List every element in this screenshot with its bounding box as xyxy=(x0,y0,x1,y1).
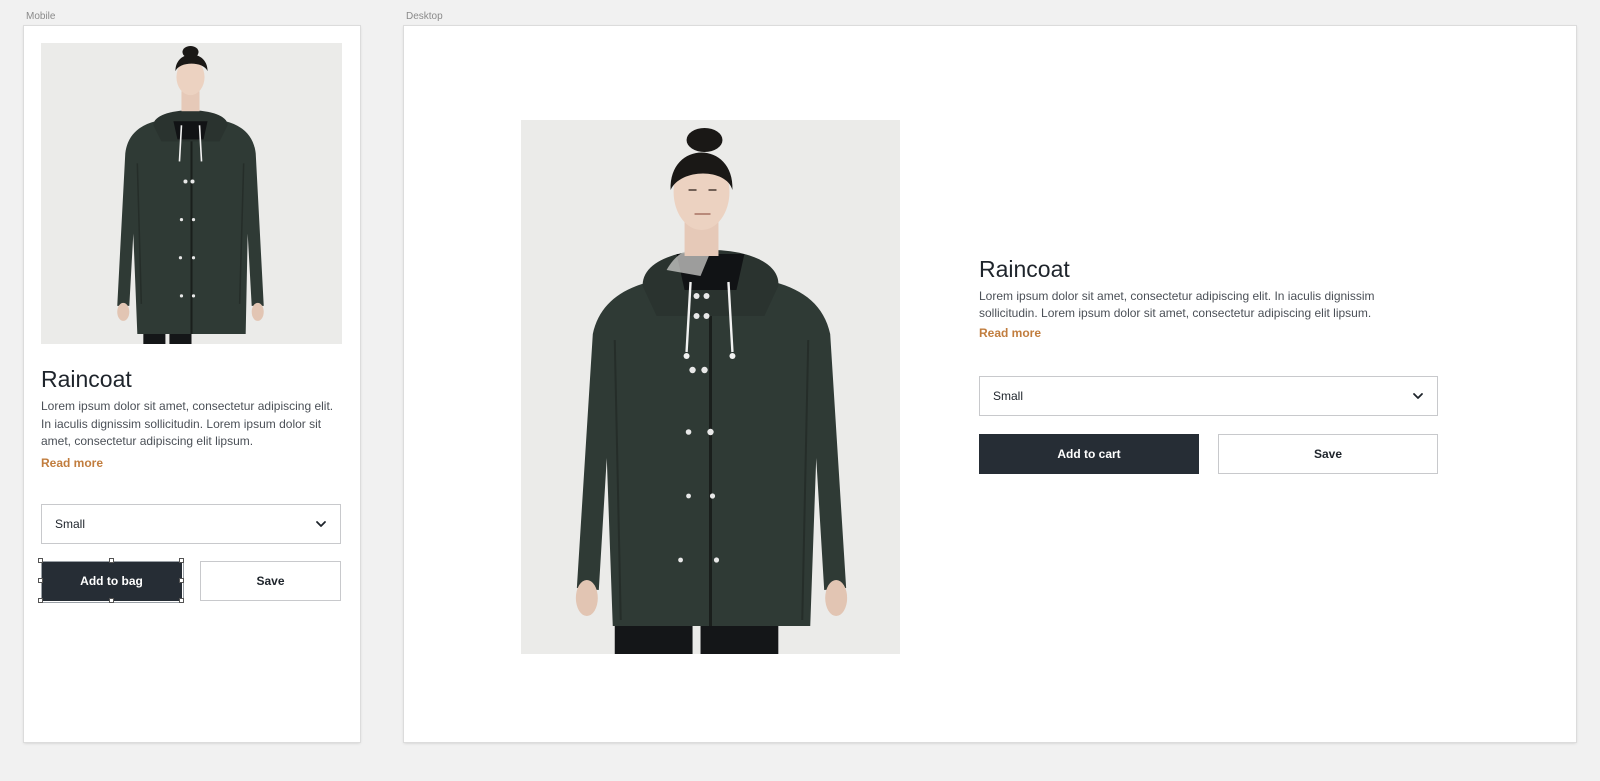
resize-handle-top-left[interactable] xyxy=(38,558,43,563)
design-canvas: Mobile Raincoat Lorem ipsum dolor sit am… xyxy=(0,0,1600,781)
product-image xyxy=(521,120,900,654)
save-label: Save xyxy=(256,574,285,588)
desktop-frame: Raincoat Lorem ipsum dolor sit amet, con… xyxy=(404,26,1576,742)
size-select[interactable]: Small xyxy=(41,504,341,544)
resize-handle-bottom[interactable] xyxy=(109,598,114,603)
product-description-line-2: sollicitudin. Lorem ipsum dolor sit amet… xyxy=(979,306,1372,320)
product-description: Lorem ipsum dolor sit amet, consectetur … xyxy=(41,399,334,448)
add-to-bag-label: Add to bag xyxy=(80,574,143,588)
size-select[interactable]: Small xyxy=(979,376,1438,416)
read-more-link[interactable]: Read more xyxy=(979,326,1041,340)
raincoat-photo-icon xyxy=(41,43,342,344)
size-select-value: Small xyxy=(993,389,1024,403)
resize-handle-bottom-right[interactable] xyxy=(179,598,184,603)
resize-handle-top[interactable] xyxy=(109,558,114,563)
add-to-cart-label: Add to cart xyxy=(1057,447,1121,461)
resize-handle-bottom-left[interactable] xyxy=(38,598,43,603)
save-button[interactable]: Save xyxy=(200,561,341,601)
add-to-cart-button[interactable]: Add to cart xyxy=(979,434,1199,474)
size-select-value: Small xyxy=(55,517,86,531)
mobile-frame-label: Mobile xyxy=(26,11,56,22)
desktop-frame-label: Desktop xyxy=(406,11,443,22)
save-label: Save xyxy=(1313,447,1343,461)
chevron-down-icon xyxy=(316,521,326,527)
chevron-down-icon xyxy=(1413,393,1423,399)
read-more-link[interactable]: Read more xyxy=(41,456,103,470)
mobile-frame: Raincoat Lorem ipsum dolor sit amet, con… xyxy=(24,26,360,742)
resize-handle-right[interactable] xyxy=(179,578,184,583)
save-button[interactable]: Save xyxy=(1218,434,1438,474)
add-to-bag-button[interactable]: Add to bag xyxy=(41,561,182,601)
product-description: Lorem ipsum dolor sit amet, consectetur … xyxy=(979,288,1439,322)
resize-handle-left[interactable] xyxy=(38,578,43,583)
product-title: Raincoat xyxy=(979,256,1070,282)
raincoat-photo-icon xyxy=(521,120,900,654)
product-title: Raincoat xyxy=(41,366,132,392)
resize-handle-top-right[interactable] xyxy=(179,558,184,563)
product-image xyxy=(41,43,342,344)
product-description-line-1: Lorem ipsum dolor sit amet, consectetur … xyxy=(979,289,1375,303)
